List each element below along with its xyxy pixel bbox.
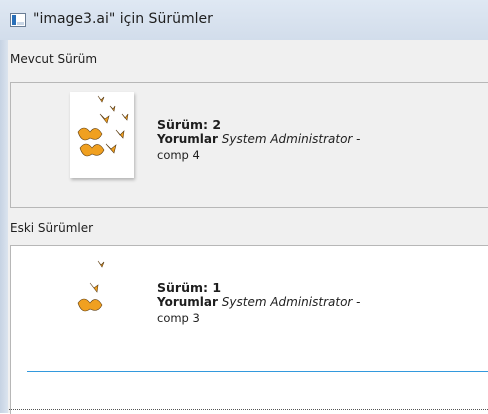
current-version-label: Mevcut Sürüm	[10, 52, 98, 66]
comment-separator: -	[356, 132, 361, 146]
title-bar[interactable]: "image3.ai" için Sürümler	[0, 0, 488, 40]
comment-author: System Administrator	[221, 295, 353, 309]
older-version-comment: Yorumlar System Administrator -	[157, 295, 361, 309]
window-title: "image3.ai" için Sürümler	[33, 11, 213, 27]
comment-label: Yorumlar	[157, 295, 218, 309]
versions-window: "image3.ai" için Sürümler Mevcut Sürüm S…	[0, 0, 488, 414]
older-versions-label: Eski Sürümler	[10, 221, 94, 235]
comment-author: System Administrator	[221, 132, 353, 146]
focus-rectangle	[9, 409, 488, 410]
butterflies-thumbnail	[77, 95, 129, 157]
current-version-thumbnail[interactable]	[70, 92, 134, 178]
current-version-note: comp 4	[157, 148, 200, 162]
comment-separator: -	[356, 295, 361, 309]
window-frame-left	[0, 40, 8, 413]
butterflies-thumbnail	[77, 260, 105, 312]
older-version-note: comp 3	[157, 311, 200, 325]
older-version-number: Sürüm: 1	[157, 280, 222, 295]
window-app-icon	[10, 13, 26, 27]
current-version-comment: Yorumlar System Administrator -	[157, 132, 361, 146]
list-selection-divider	[27, 371, 488, 372]
comment-label: Yorumlar	[157, 132, 218, 146]
older-version-thumbnail[interactable]	[70, 257, 134, 343]
current-version-number: Sürüm: 2	[157, 117, 222, 132]
